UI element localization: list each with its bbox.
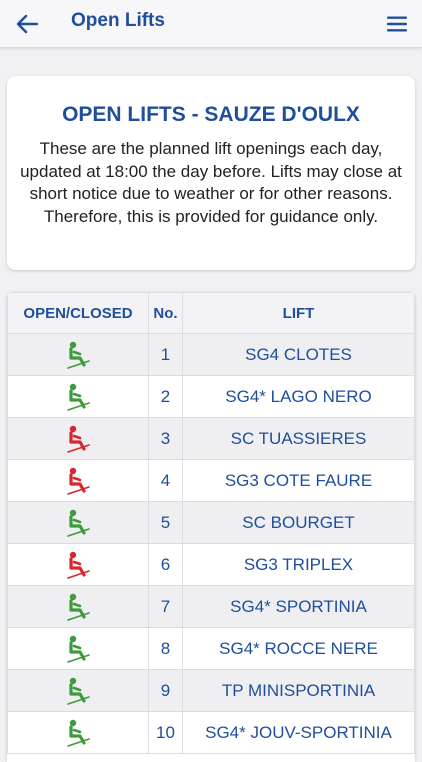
chairlift-seat-icon [67,593,90,621]
chairlift-seat-icon [67,635,90,663]
table-row[interactable]: 5 SC BOURGET [7,501,415,544]
table-row[interactable]: 4 SG3 COTE FAURE [7,459,415,502]
lift-name: SG4 CLOTES [182,333,415,376]
header-open-closed: OPEN/CLOSED [7,292,149,334]
header-number: No. [148,292,183,334]
status-cell [7,417,149,460]
lift-number: 2 [148,375,183,418]
arrow-left-icon [16,14,38,34]
app-bar: Open Lifts [0,0,422,48]
status-cell [7,585,149,628]
lift-number: 6 [148,543,183,586]
info-card: OPEN LIFTS - SAUZE D'OULX These are the … [7,76,415,270]
table-row[interactable]: 7 SG4* SPORTINIA [7,585,415,628]
status-cell [7,375,149,418]
lift-number: 8 [148,627,183,670]
header-lift: LIFT [182,292,415,334]
status-cell [7,711,149,754]
lift-name: SG3 TRIPLEX [182,543,415,586]
table-row[interactable]: 1 SG4 CLOTES [7,333,415,376]
status-cell [7,459,149,502]
lift-name: SG3 COTE FAURE [182,459,415,502]
table-row[interactable]: 6 SG3 TRIPLEX [7,543,415,586]
page-title: Open Lifts [71,10,165,31]
chairlift-seat-icon [67,341,90,369]
lift-number: 10 [148,711,183,754]
status-cell [7,501,149,544]
chairlift-seat-icon [67,383,90,411]
hamburger-menu-icon [387,16,407,32]
chairlift-seat-icon [67,425,90,453]
lift-name: SG4* ROCCE NERE [182,627,415,670]
lift-name: SG4* JOUV-SPORTINIA [182,711,415,754]
chairlift-seat-icon [67,467,90,495]
back-button[interactable] [12,9,42,39]
table-row[interactable]: 10 SG4* JOUV-SPORTINIA [7,711,415,754]
table-row[interactable]: 3 SC TUASSIERES [7,417,415,460]
lift-number: 9 [148,669,183,712]
lift-table: OPEN/CLOSED No. LIFT 1 SG4 CLOTES 2 SG4* LA… [7,292,415,762]
lift-name: SG4* SPORTINIA [182,585,415,628]
chairlift-seat-icon [67,677,90,705]
lift-name: SG4* LAGO NERO [182,375,415,418]
table-row[interactable]: 9 TP MINISPORTINIA [7,669,415,712]
lift-number: 3 [148,417,183,460]
status-cell [7,669,149,712]
table-row[interactable]: 2 SG4* LAGO NERO [7,375,415,418]
chairlift-seat-icon [67,551,90,579]
table-row[interactable]: 8 SG4* ROCCE NERE [7,627,415,670]
status-cell [7,543,149,586]
table-header-row: OPEN/CLOSED No. LIFT [7,292,415,334]
chairlift-seat-icon [67,719,90,747]
status-cell [7,627,149,670]
lift-number: 7 [148,585,183,628]
status-cell [7,333,149,376]
lift-number: 4 [148,459,183,502]
menu-button[interactable] [384,9,410,39]
chairlift-seat-icon [67,509,90,537]
lift-number: 1 [148,333,183,376]
info-title: OPEN LIFTS - SAUZE D'OULX [62,103,360,126]
lift-name: SC BOURGET [182,501,415,544]
lift-number: 5 [148,501,183,544]
info-text: These are the planned lift openings each… [20,139,402,226]
lift-name: SC TUASSIERES [182,417,415,460]
lift-name: TP MINISPORTINIA [182,669,415,712]
